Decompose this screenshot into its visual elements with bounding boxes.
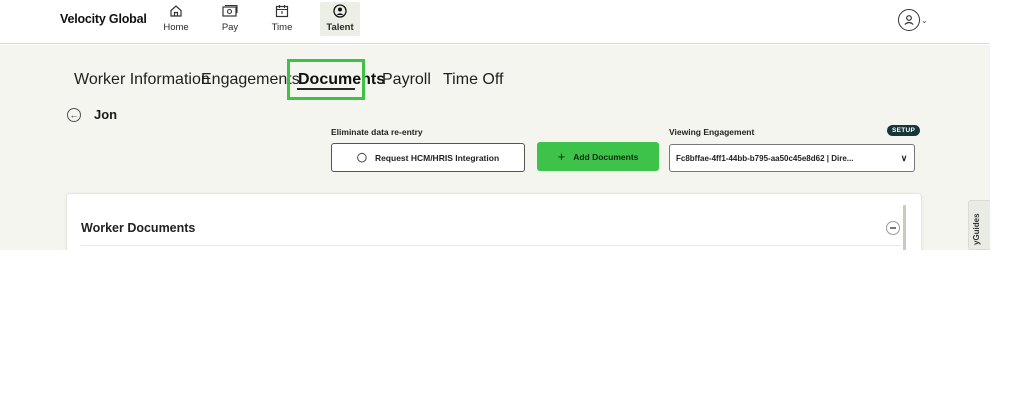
request-integration-label: Request HCM/HRIS Integration xyxy=(374,152,500,163)
card-divider xyxy=(81,245,901,246)
brand-logo[interactable]: Velocity Global xyxy=(60,12,147,26)
nav-item-time[interactable]: Time xyxy=(262,2,302,36)
engagement-select-value: Fc8bffae-4ff1-44bb-b795-aa50c45e8d62 | D… xyxy=(676,153,854,163)
guides-side-tab[interactable]: yGuides xyxy=(968,200,990,250)
active-tab-underline xyxy=(297,88,355,90)
card-title: Worker Documents xyxy=(81,221,196,235)
chevron-down-icon: ∨ xyxy=(900,152,908,163)
top-nav-bar: Velocity Global Home Pay Time Talent ⌄ xyxy=(0,0,990,44)
user-menu[interactable]: ⌄ xyxy=(898,9,928,31)
plus-icon: + xyxy=(557,149,566,164)
tab-payroll[interactable]: Payroll xyxy=(382,71,431,89)
home-icon xyxy=(167,2,185,20)
calendar-icon xyxy=(273,2,291,20)
tab-time-off[interactable]: Time Off xyxy=(443,71,503,89)
chevron-down-icon: ⌄ xyxy=(921,15,928,25)
chat-bubble-icon: ◯ xyxy=(356,152,367,162)
scrollbar-thumb[interactable] xyxy=(903,205,906,250)
collapse-minus-icon[interactable] xyxy=(886,221,900,235)
nav-item-talent[interactable]: Talent xyxy=(320,2,360,36)
nav-item-home[interactable]: Home xyxy=(156,2,196,36)
worker-documents-card: Worker Documents xyxy=(66,193,922,250)
worker-header: ← Jon xyxy=(67,107,117,122)
add-documents-button[interactable]: + Add Documents xyxy=(537,142,659,171)
add-documents-label: Add Documents xyxy=(573,151,639,162)
tab-engagements[interactable]: Engagements xyxy=(201,71,300,89)
nav-label-time: Time xyxy=(271,22,293,33)
worker-name: Jon xyxy=(94,107,118,122)
nav-label-home: Home xyxy=(163,22,189,33)
nav-item-pay[interactable]: Pay xyxy=(210,2,250,36)
talent-icon xyxy=(331,2,349,20)
active-tab-highlight xyxy=(287,59,365,100)
request-integration-button[interactable]: ◯ Request HCM/HRIS Integration xyxy=(331,143,525,172)
main-content: Worker Information Engagements Documents… xyxy=(0,45,990,250)
tab-worker-information[interactable]: Worker Information xyxy=(74,71,210,89)
engagement-select[interactable]: Fc8bffae-4ff1-44bb-b795-aa50c45e8d62 | D… xyxy=(669,144,915,172)
user-avatar-icon xyxy=(898,9,920,31)
pay-icon xyxy=(221,2,239,20)
setup-badge[interactable]: SETUP xyxy=(887,125,921,136)
back-arrow-icon[interactable]: ← xyxy=(67,107,81,122)
screen: Velocity Global Home Pay Time Talent ⌄ W… xyxy=(0,0,1024,413)
integration-label: Eliminate data re-entry xyxy=(331,127,423,137)
nav-label-talent: Talent xyxy=(326,22,354,33)
guides-side-tab-label: yGuides xyxy=(972,213,981,245)
nav-label-pay: Pay xyxy=(221,22,239,33)
viewing-engagement-label: Viewing Engagement xyxy=(669,127,755,137)
